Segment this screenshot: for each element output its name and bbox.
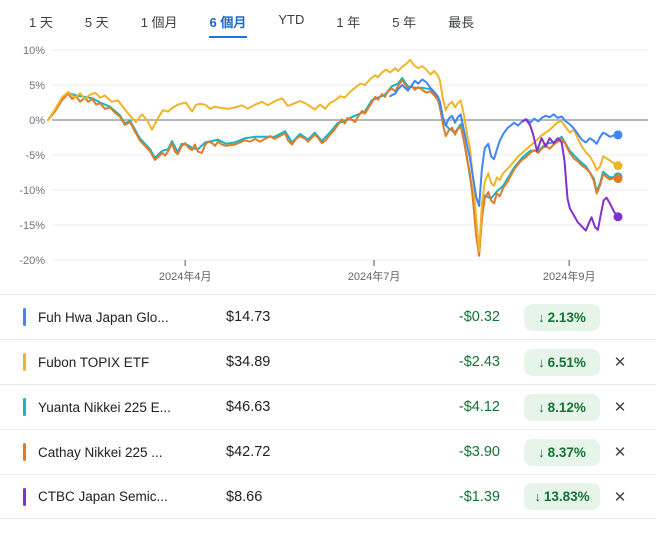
ticker-name: Yuanta Nikkei 225 E... — [38, 399, 171, 415]
percent-change-badge: ↓ 2.13% — [524, 303, 600, 331]
time-range-tabs: 1 天 5 天 1 個月 6 個月 YTD 1 年 5 年 最長 — [0, 0, 656, 38]
remove-ticker-button[interactable]: ✕ — [600, 353, 640, 371]
series-line-2 — [47, 58, 619, 253]
close-icon: ✕ — [613, 444, 627, 461]
percent-change-value: 13.83% — [543, 489, 590, 504]
percent-change-value: 6.51% — [547, 354, 586, 370]
close-icon: ✕ — [613, 399, 627, 416]
price: $46.63 — [226, 399, 271, 415]
percent-change-badge: ↓ 6.51% — [524, 348, 600, 376]
price: $14.73 — [226, 309, 271, 325]
series-line-0 — [47, 77, 619, 255]
series-color-bar — [23, 398, 26, 416]
price: $34.89 — [226, 354, 271, 370]
price-change: -$2.43 — [458, 354, 500, 370]
remove-ticker-button[interactable]: ✕ — [600, 398, 640, 416]
price-change: -$4.12 — [458, 399, 500, 415]
series-color-bar — [23, 443, 26, 461]
down-arrow-icon: ↓ — [534, 489, 541, 504]
series-endpoint-dot-3 — [613, 130, 623, 140]
y-axis-label: -20% — [19, 255, 45, 267]
series-endpoint-dot-1 — [613, 174, 623, 184]
series-color-bar — [23, 308, 26, 326]
x-axis-label: 2024年7月 — [348, 269, 401, 283]
tab-range-7[interactable]: 最長 — [447, 10, 475, 38]
price-change: -$1.39 — [458, 488, 500, 505]
y-axis-label: -5% — [25, 150, 45, 162]
close-icon: ✕ — [613, 354, 627, 371]
percent-change-value: 2.13% — [547, 309, 586, 325]
performance-chart[interactable]: 10% 5% 0% -5% -10% -15% -20% 2024年4月 2024年7月 2024… — [0, 38, 656, 290]
watchlist-row[interactable]: Fubon TOPIX ETF $34.89 -$2.43 ↓ 6.51% ✕ — [0, 339, 656, 384]
y-axis-label: -10% — [19, 185, 45, 197]
chart-canvas[interactable]: 10% 5% 0% -5% -10% -15% -20% 2024年4月 2024年7月 2024… — [0, 38, 656, 290]
tab-range-0[interactable]: 1 天 — [28, 10, 54, 38]
y-axis-label: 0% — [29, 115, 45, 127]
percent-change-value: 8.37% — [547, 444, 586, 460]
down-arrow-icon: ↓ — [538, 444, 545, 460]
series-endpoint-dot-2 — [613, 161, 623, 171]
tab-range-3[interactable]: 6 個月 — [208, 10, 248, 38]
series-endpoint-dot-4 — [613, 212, 623, 222]
series-color-bar — [23, 487, 26, 506]
down-arrow-icon: ↓ — [538, 399, 545, 415]
close-icon: ✕ — [613, 488, 627, 506]
tab-range-2[interactable]: 1 個月 — [140, 10, 179, 38]
price-change: -$0.32 — [458, 309, 500, 325]
watchlist-row[interactable]: Fuh Hwa Japan Glo...$14.73-$0.32↓2.13%✕ — [0, 294, 656, 339]
price: $8.66 — [226, 488, 263, 505]
watchlist: Fuh Hwa Japan Glo...$14.73-$0.32↓2.13%✕F… — [0, 294, 656, 519]
tab-range-4[interactable]: YTD — [277, 10, 305, 38]
percent-change-value: 8.12% — [547, 399, 586, 415]
watchlist-row[interactable]: CTBC Japan Semic... $8.66 -$1.39 ↓ 13.83% ✕ — [0, 474, 656, 519]
ticker-name: Fuh Hwa Japan Glo... — [38, 309, 169, 325]
price-change: -$3.90 — [458, 444, 500, 460]
watchlist-row[interactable]: Cathay Nikkei 225 ... $42.72 -$3.90 ↓ 8.37% ✕ — [0, 429, 656, 474]
x-axis-label: 2024年4月 — [159, 269, 212, 283]
x-axis-label: 2024年9月 — [543, 269, 596, 283]
price: $42.72 — [226, 444, 271, 460]
series-line-1 — [47, 79, 619, 257]
percent-change-badge: ↓ 13.83% — [524, 483, 600, 510]
down-arrow-icon: ↓ — [538, 354, 545, 370]
ticker-name: Fubon TOPIX ETF — [38, 354, 150, 370]
tab-range-5[interactable]: 1 年 — [335, 10, 361, 38]
y-axis-label: 5% — [29, 80, 45, 92]
ticker-name: CTBC Japan Semic... — [38, 489, 168, 504]
y-axis-label: -15% — [19, 220, 45, 232]
remove-ticker-button[interactable]: ✕ — [600, 488, 640, 506]
percent-change-badge: ↓ 8.12% — [524, 393, 600, 421]
tab-range-1[interactable]: 5 天 — [84, 10, 110, 38]
remove-ticker-button[interactable]: ✕ — [600, 443, 640, 461]
percent-change-badge: ↓ 8.37% — [524, 438, 600, 466]
tab-range-6[interactable]: 5 年 — [391, 10, 417, 38]
series-color-bar — [23, 353, 26, 371]
ticker-name: Cathay Nikkei 225 ... — [38, 444, 163, 460]
y-axis-label: 10% — [23, 45, 45, 57]
down-arrow-icon: ↓ — [538, 309, 545, 325]
watchlist-row[interactable]: Yuanta Nikkei 225 E... $46.63 -$4.12 ↓ 8.12%… — [0, 384, 656, 429]
